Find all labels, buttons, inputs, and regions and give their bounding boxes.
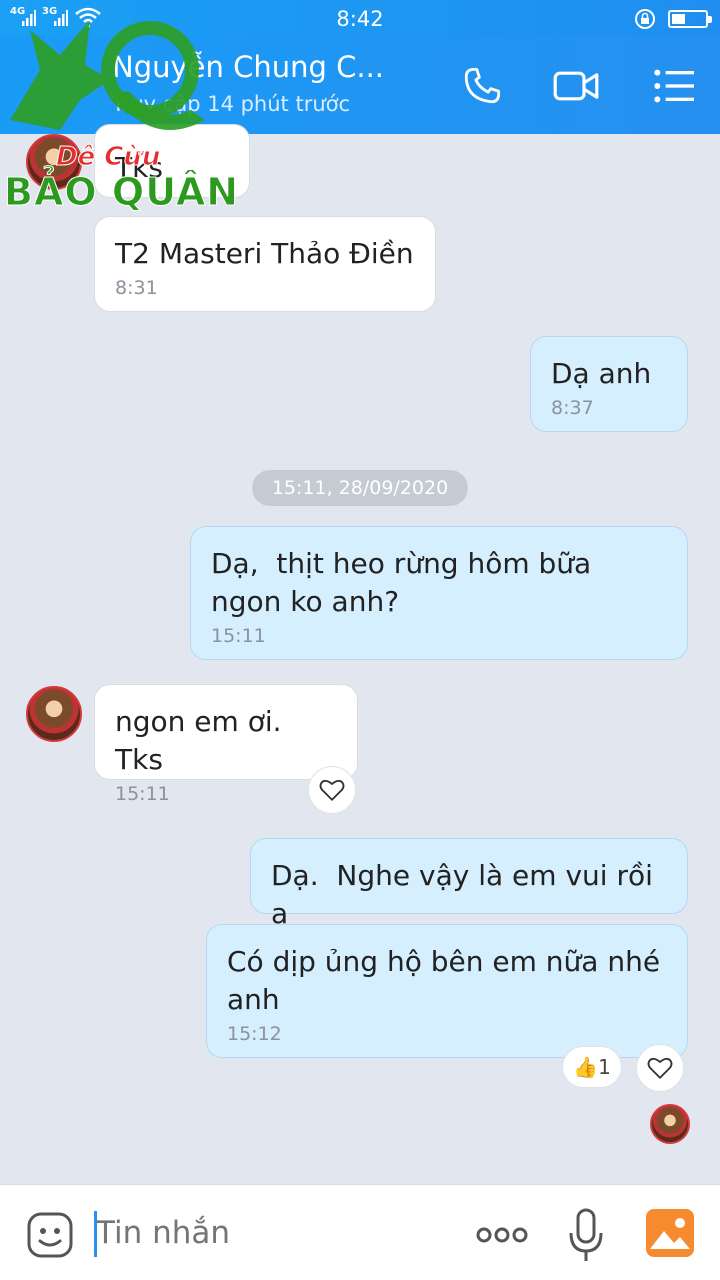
message-outgoing[interactable]: Dạ, thịt heo rừng hôm bữa ngon ko anh? 1… bbox=[190, 526, 688, 660]
message-time: 15:12 bbox=[227, 1023, 282, 1045]
react-button[interactable] bbox=[308, 766, 356, 814]
chat-header: Nguyễn Chung C... Truy cập 14 phút trước bbox=[0, 36, 720, 134]
contact-avatar[interactable] bbox=[26, 686, 82, 742]
message-outgoing[interactable]: Dạ. Nghe vậy là em vui rồi ạ bbox=[250, 838, 688, 930]
last-seen: Truy cập 14 phút trước bbox=[112, 92, 351, 116]
message-outgoing[interactable]: Có dịp ủng hộ bên em nữa nhé anh 15:12 bbox=[206, 924, 688, 1058]
menu-button[interactable] bbox=[650, 62, 698, 110]
composer bbox=[0, 1184, 720, 1280]
seen-avatar bbox=[650, 1104, 690, 1144]
like-count: 1 bbox=[598, 1055, 611, 1079]
message-text: Dạ anh bbox=[551, 357, 652, 390]
message-time: 8:37 bbox=[551, 397, 594, 419]
clock: 8:42 bbox=[336, 7, 384, 31]
status-bar: 4G 3G 8:42 bbox=[0, 0, 720, 36]
like-reaction[interactable]: 👍 1 bbox=[562, 1046, 622, 1088]
message-incoming[interactable]: T2 Masteri Thảo Điền 8:31 bbox=[94, 216, 436, 312]
contact-avatar[interactable] bbox=[26, 134, 82, 190]
menu-icon bbox=[654, 69, 694, 103]
message-outgoing[interactable]: Dạ anh 8:37 bbox=[530, 336, 688, 432]
message-list[interactable]: Tks T2 Masteri Thảo Điền 8:31 Dạ anh 8:3… bbox=[0, 124, 720, 1184]
message-input[interactable] bbox=[96, 1215, 436, 1251]
message-text: Tks bbox=[115, 151, 163, 184]
message-time: 15:11 bbox=[115, 783, 170, 805]
video-call-icon bbox=[553, 71, 599, 101]
message-time: 8:31 bbox=[115, 277, 158, 299]
microphone-icon[interactable] bbox=[566, 1207, 606, 1263]
message-text: T2 Masteri Thảo Điền bbox=[115, 237, 414, 270]
heart-icon bbox=[647, 1057, 673, 1079]
date-divider: 15:11, 28/09/2020 bbox=[252, 470, 468, 506]
video-call-button[interactable] bbox=[552, 62, 600, 110]
message-text: Dạ. Nghe vậy là em vui rồi ạ bbox=[271, 859, 662, 930]
phone-icon bbox=[464, 67, 501, 104]
message-text: Có dịp ủng hộ bên em nữa nhé anh bbox=[227, 945, 669, 1016]
rotation-lock-icon bbox=[635, 9, 655, 29]
photo-icon[interactable] bbox=[644, 1207, 696, 1259]
contact-name[interactable]: Nguyễn Chung C... bbox=[112, 50, 384, 84]
call-button[interactable] bbox=[458, 62, 506, 110]
react-button[interactable] bbox=[636, 1044, 684, 1092]
more-icon[interactable] bbox=[474, 1215, 530, 1255]
message-time: 15:11 bbox=[211, 625, 266, 647]
heart-icon bbox=[319, 779, 345, 801]
message-text: Dạ, thịt heo rừng hôm bữa ngon ko anh? bbox=[211, 547, 601, 618]
sticker-icon[interactable] bbox=[26, 1211, 74, 1259]
battery-icon bbox=[668, 10, 712, 28]
message-incoming[interactable]: ngon em ơi. Tks 15:11 bbox=[94, 684, 358, 805]
message-incoming[interactable]: Tks bbox=[94, 124, 250, 198]
message-text: ngon em ơi. Tks bbox=[115, 705, 291, 776]
thumbs-up-icon: 👍 bbox=[573, 1055, 599, 1079]
